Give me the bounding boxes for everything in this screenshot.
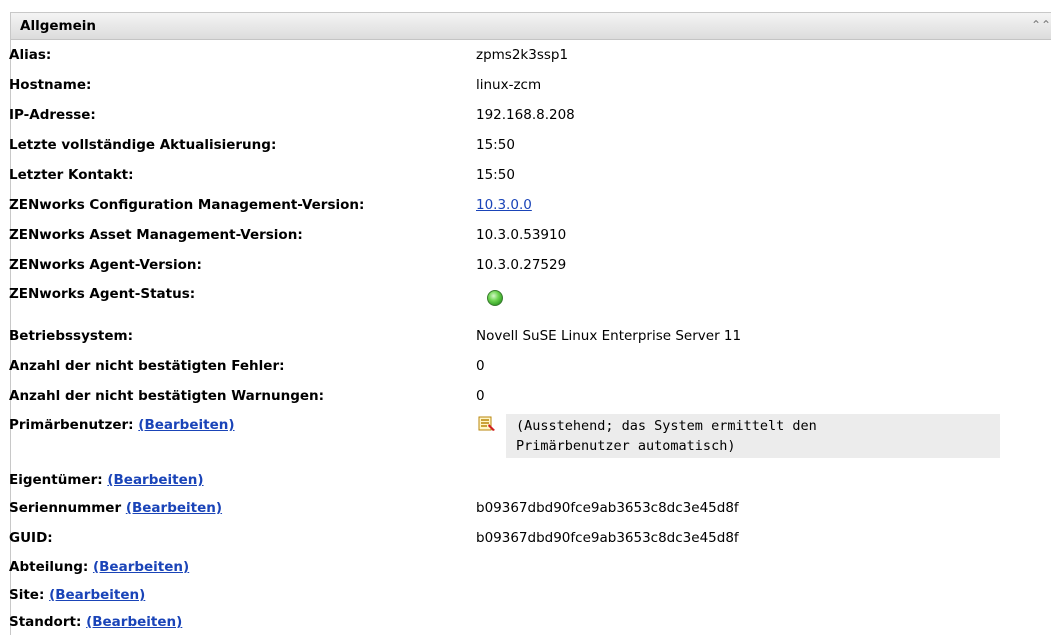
zcm-version-link[interactable]: 10.3.0.0 <box>476 197 532 213</box>
collapse-icon[interactable]: ⌃⌃ <box>1031 17 1051 33</box>
label-guid: GUID: <box>9 530 53 546</box>
value-last-contact: 15:50 <box>476 167 515 183</box>
primary-user-label-text: Primärbenutzer: <box>9 417 134 433</box>
label-location: Standort: (Bearbeiten) <box>9 614 182 630</box>
serial-number-label-text: Seriennummer <box>9 500 122 516</box>
value-zam-version: 10.3.0.53910 <box>476 227 567 243</box>
value-ip-address: 192.168.8.208 <box>476 107 575 123</box>
edit-primary-user-link[interactable]: (Bearbeiten) <box>138 417 234 433</box>
value-unack-errors: 0 <box>476 358 485 374</box>
edit-owner-link[interactable]: (Bearbeiten) <box>107 472 203 488</box>
edit-location-link[interactable]: (Bearbeiten) <box>86 614 182 630</box>
label-agent-version: ZENworks Agent-Version: <box>9 257 202 273</box>
edit-site-link[interactable]: (Bearbeiten) <box>49 587 145 603</box>
label-agent-status: ZENworks Agent-Status: <box>9 286 196 302</box>
value-hostname: linux-zcm <box>476 77 542 93</box>
owner-label-text: Eigentümer: <box>9 472 103 488</box>
label-unack-errors: Anzahl der nicht bestätigten Fehler: <box>9 358 285 374</box>
edit-serial-number-link[interactable]: (Bearbeiten) <box>126 500 222 516</box>
department-label-text: Abteilung: <box>9 559 89 575</box>
label-hostname: Hostname: <box>9 77 92 93</box>
label-unack-warnings: Anzahl der nicht bestätigten Warnungen: <box>9 388 325 404</box>
label-ip-address: IP-Adresse: <box>9 107 96 123</box>
label-primary-user: Primärbenutzer: (Bearbeiten) <box>9 417 235 433</box>
label-operating-system: Betriebssystem: <box>9 328 133 344</box>
label-zam-version: ZENworks Asset Management-Version: <box>9 227 303 243</box>
label-alias: Alias: <box>9 47 52 63</box>
primary-user-status-text: (Ausstehend; das System ermittelt den Pr… <box>516 418 817 454</box>
panel-title: Allgemein <box>20 18 96 34</box>
value-guid: b09367dbd90fce9ab3653c8dc3e45d8f <box>476 530 739 546</box>
label-last-contact: Letzter Kontakt: <box>9 167 134 183</box>
label-site: Site: (Bearbeiten) <box>9 587 145 603</box>
green-status-icon <box>487 290 503 306</box>
value-operating-system: Novell SuSE Linux Enterprise Server 11 <box>476 328 742 344</box>
value-unack-warnings: 0 <box>476 388 485 404</box>
label-department: Abteilung: (Bearbeiten) <box>9 559 189 575</box>
label-serial-number: Seriennummer (Bearbeiten) <box>9 500 222 516</box>
primary-user-status-box: (Ausstehend; das System ermittelt den Pr… <box>506 414 1000 458</box>
label-zcm-version: ZENworks Configuration Management-Versio… <box>9 197 365 213</box>
panel-header: Allgemein ⌃⌃ <box>11 13 1051 40</box>
value-last-full-refresh: 15:50 <box>476 137 515 153</box>
site-label-text: Site: <box>9 587 45 603</box>
label-owner: Eigentümer: (Bearbeiten) <box>9 472 204 488</box>
primary-user-pending-icon <box>478 416 496 432</box>
value-alias: zpms2k3ssp1 <box>476 47 569 63</box>
value-serial-number: b09367dbd90fce9ab3653c8dc3e45d8f <box>476 500 739 516</box>
edit-department-link[interactable]: (Bearbeiten) <box>93 559 189 575</box>
label-last-full-refresh: Letzte vollständige Aktualisierung: <box>9 137 277 153</box>
location-label-text: Standort: <box>9 614 82 630</box>
value-agent-version: 10.3.0.27529 <box>476 257 567 273</box>
